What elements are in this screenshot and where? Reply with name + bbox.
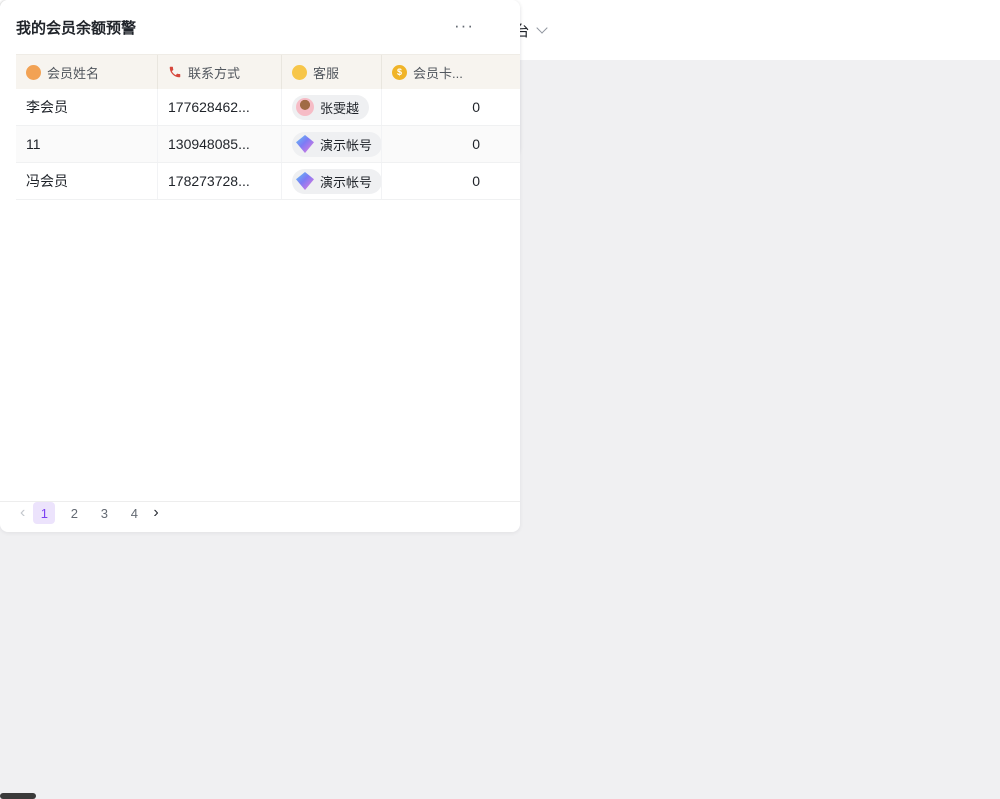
pagination-page-2[interactable]: 2 bbox=[63, 502, 85, 524]
column-contact: 联系方式 bbox=[188, 63, 240, 82]
girl-avatar-icon bbox=[296, 98, 314, 116]
agent-name: 演示帐号 bbox=[320, 135, 372, 154]
money-bag-icon: $ bbox=[392, 65, 407, 80]
agent-chip: 演示帐号 bbox=[292, 169, 382, 194]
member-name: 冯会员 bbox=[16, 163, 158, 199]
agent-chip: 张雯越 bbox=[292, 95, 369, 120]
column-member-name: 会员姓名 bbox=[47, 63, 99, 82]
page-horizontal-scrollbar-thumb[interactable] bbox=[0, 793, 36, 799]
column-card-balance: 会员卡... bbox=[413, 63, 463, 82]
member-phone: 177628462... bbox=[158, 89, 282, 125]
balance-warning-card: 我的会员余额预警 ··· 会员姓名 联系方式 客服 bbox=[0, 0, 520, 532]
member-name: 李会员 bbox=[16, 89, 158, 125]
gem-avatar-icon bbox=[296, 135, 314, 153]
member-balance: 0 bbox=[382, 163, 494, 199]
member-table-body: 李会员 177628462... 张雯越 0 11 130948085... bbox=[16, 89, 520, 200]
column-agent: 客服 bbox=[313, 63, 339, 82]
pagination-next-icon[interactable]: › bbox=[153, 504, 158, 522]
phone-icon bbox=[168, 65, 182, 79]
member-balance: 0 bbox=[382, 89, 494, 125]
pagination-page-4[interactable]: 4 bbox=[123, 502, 145, 524]
customer-service-workbench: 客服工作台 快速添加 会员信息 充值记录 bbox=[0, 0, 1000, 799]
pagination-prev-icon[interactable]: ‹ bbox=[20, 504, 25, 522]
member-phone: 178273728... bbox=[158, 163, 282, 199]
agent-name: 张雯越 bbox=[320, 98, 359, 117]
gem-avatar-icon bbox=[296, 172, 314, 190]
smiley-icon bbox=[292, 65, 307, 80]
member-row[interactable]: 冯会员 178273728... 演示帐号 0 bbox=[16, 163, 520, 200]
member-row[interactable]: 李会员 177628462... 张雯越 0 bbox=[16, 89, 520, 126]
pagination-page-1[interactable]: 1 bbox=[33, 502, 55, 524]
member-table: 会员姓名 联系方式 客服 $ 会员卡... bbox=[16, 54, 520, 200]
pagination: ‹ 1 2 3 4 › bbox=[20, 502, 159, 524]
member-name: 11 bbox=[16, 126, 158, 162]
member-balance: 0 bbox=[382, 126, 494, 162]
member-table-header: 会员姓名 联系方式 客服 $ 会员卡... bbox=[16, 54, 520, 89]
member-phone: 130948085... bbox=[158, 126, 282, 162]
agent-chip: 演示帐号 bbox=[292, 132, 382, 157]
balance-warning-header: 我的会员余额预警 ··· bbox=[0, 0, 520, 54]
member-row[interactable]: 11 130948085... 演示帐号 0 bbox=[16, 126, 520, 163]
more-menu-icon[interactable]: ··· bbox=[454, 16, 474, 36]
chevron-down-icon bbox=[536, 22, 547, 33]
woman-icon bbox=[26, 65, 41, 80]
pagination-page-3[interactable]: 3 bbox=[93, 502, 115, 524]
agent-name: 演示帐号 bbox=[320, 172, 372, 191]
balance-warning-title: 我的会员余额预警 bbox=[16, 17, 136, 38]
